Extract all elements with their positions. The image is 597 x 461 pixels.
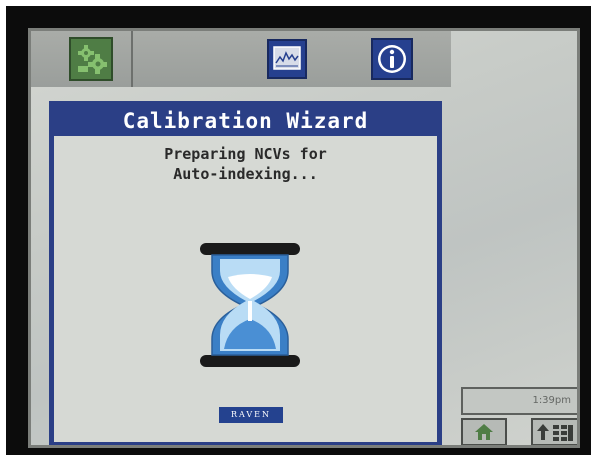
status-message: Preparing NCVs for Auto-indexing... [54,144,437,184]
display-bezel: Calibration Wizard Preparing NCVs for Au… [6,6,591,455]
status-message-line-2: Auto-indexing... [173,165,318,183]
hourglass-icon [198,241,302,371]
info-icon [378,45,406,73]
machine-button[interactable] [69,37,113,81]
home-icon [475,424,493,440]
clock-display: 1:39pm [461,387,577,415]
info-button[interactable] [371,38,413,80]
display-screen: Calibration Wizard Preparing NCVs for Au… [28,28,580,448]
status-message-line-1: Preparing NCVs for [164,145,327,163]
toolbar-divider [131,31,133,87]
menu-button[interactable] [531,418,577,445]
graph-monitor-icon [273,46,301,70]
calibration-wizard-dialog: Calibration Wizard Preparing NCVs for Au… [49,101,442,445]
graph-button[interactable] [267,39,307,79]
brand-logo: RAVEN [219,407,283,423]
dialog-title: Calibration Wizard [54,106,437,136]
up-arrow-grid-icon [537,424,573,441]
machine-gear-icon [78,45,107,74]
top-toolbar [31,31,451,87]
home-button[interactable] [461,418,507,445]
